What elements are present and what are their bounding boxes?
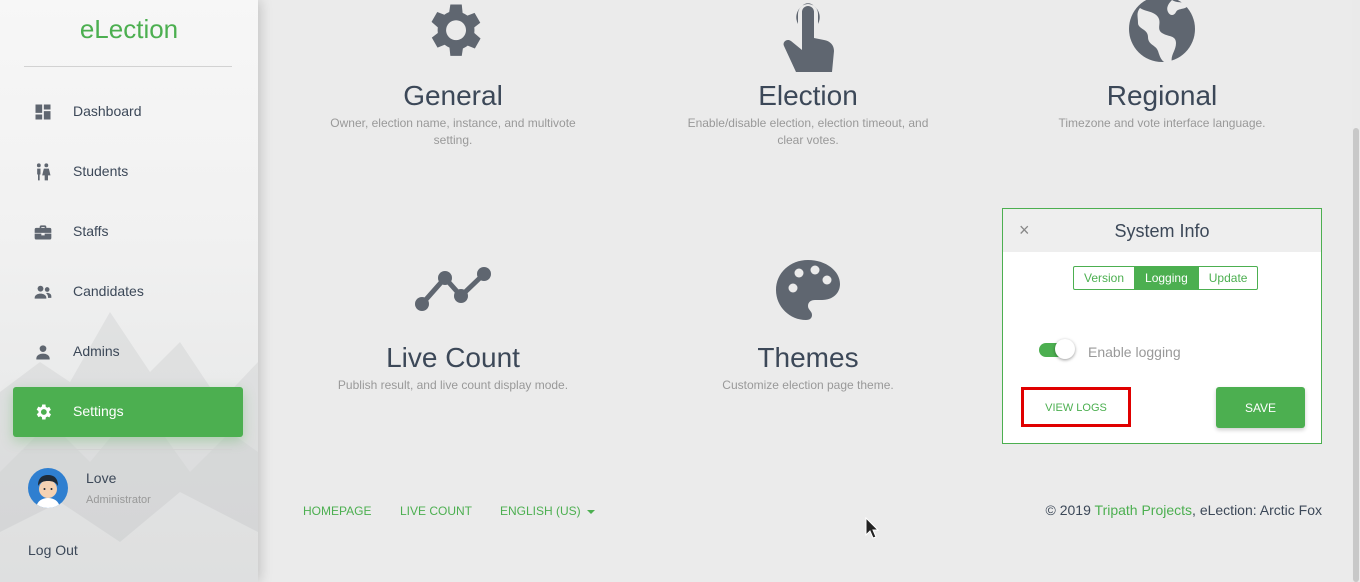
user-divider	[24, 449, 232, 450]
system-info-panel: × System Info Version Logging Update Ena…	[1002, 208, 1322, 444]
logout-link[interactable]: Log Out	[28, 542, 78, 558]
copyright: © 2019 Tripath Projects, eLection: Arcti…	[1046, 502, 1322, 518]
dashboard-icon	[35, 104, 51, 120]
sidebar-item-label: Admins	[73, 343, 120, 359]
tile-description: Customize election page theme.	[722, 378, 894, 392]
save-label: SAVE	[1244, 401, 1277, 415]
sidebar-item-staffs[interactable]: Staffs	[13, 207, 243, 257]
scrollbar[interactable]	[1352, 0, 1360, 582]
tab-version[interactable]: Version	[1074, 267, 1134, 289]
toggle-knob	[1055, 339, 1075, 359]
tile-description: Timezone and vote interface language.	[1058, 116, 1266, 130]
gear-icon	[431, 4, 481, 56]
brand-divider	[24, 66, 232, 67]
gear-icon	[36, 404, 51, 420]
view-logs-label: VIEW LOGS	[1045, 402, 1107, 414]
person-icon	[36, 345, 50, 360]
tile-title: Election	[758, 80, 858, 111]
briefcase-icon	[34, 225, 52, 240]
sidebar-item-label: Candidates	[73, 283, 144, 299]
logging-toggle[interactable]	[1039, 339, 1075, 359]
globe-icon	[1129, 0, 1195, 64]
language-dropdown[interactable]: ENGLISH (US)	[500, 504, 595, 518]
tile-description: Enable/disable election, election timeou…	[687, 116, 929, 147]
user-name[interactable]: Love	[86, 470, 116, 486]
footer-link-live-count[interactable]: LIVE COUNT	[400, 504, 472, 518]
tile-title: Live Count	[386, 342, 520, 373]
language-label: ENGLISH (US)	[500, 504, 581, 518]
sidebar-item-settings[interactable]: Settings	[13, 387, 243, 437]
caret-down-icon	[586, 509, 595, 514]
chart-line-icon	[415, 267, 491, 311]
toggle-label: Enable logging	[1088, 344, 1181, 360]
avatar-image	[28, 468, 68, 508]
tab-logging[interactable]: Logging	[1134, 267, 1198, 289]
sidebar-item-candidates[interactable]: Candidates	[13, 267, 243, 317]
save-button[interactable]: SAVE	[1216, 387, 1305, 428]
tile-title: Regional	[1106, 80, 1218, 111]
people-icon	[34, 285, 52, 299]
view-logs-button[interactable]: VIEW LOGS	[1021, 387, 1131, 427]
sidebar: eLection Dashboard Students Staffs Candi…	[0, 0, 258, 582]
sidebar-item-students[interactable]: Students	[13, 147, 243, 197]
avatar[interactable]	[28, 468, 68, 508]
students-icon	[36, 163, 51, 181]
sidebar-item-label: Staffs	[73, 223, 109, 239]
brand-logo[interactable]: eLection	[0, 14, 258, 45]
scrollbar-thumb[interactable]	[1353, 128, 1359, 582]
palette-icon	[776, 260, 840, 320]
footer-link-homepage[interactable]: HOMEPAGE	[303, 504, 371, 518]
tab-update[interactable]: Update	[1197, 267, 1258, 289]
user-role: Administrator	[86, 494, 151, 506]
copyright-link[interactable]: Tripath Projects	[1095, 502, 1193, 518]
copyright-suffix: , eLection: Arctic Fox	[1192, 502, 1322, 518]
tile-title: Themes	[757, 342, 859, 373]
mouse-cursor-icon	[865, 517, 879, 539]
sidebar-item-label: Students	[73, 163, 129, 179]
sidebar-item-admins[interactable]: Admins	[13, 327, 243, 377]
panel-title: System Info	[1114, 221, 1210, 241]
sidebar-item-label: Dashboard	[73, 103, 142, 119]
copyright-prefix: © 2019	[1045, 502, 1095, 518]
touch-icon	[783, 3, 834, 72]
tile-description: Owner, election name, instance, and mult…	[330, 116, 576, 147]
sidebar-item-dashboard[interactable]: Dashboard	[13, 87, 243, 137]
sidebar-item-label: Settings	[73, 403, 124, 419]
tile-description: Publish result, and live count display m…	[337, 378, 569, 392]
tile-title: General	[403, 80, 503, 111]
panel-header: × System Info	[1003, 209, 1321, 252]
tab-group: Version Logging Update	[1073, 266, 1259, 290]
